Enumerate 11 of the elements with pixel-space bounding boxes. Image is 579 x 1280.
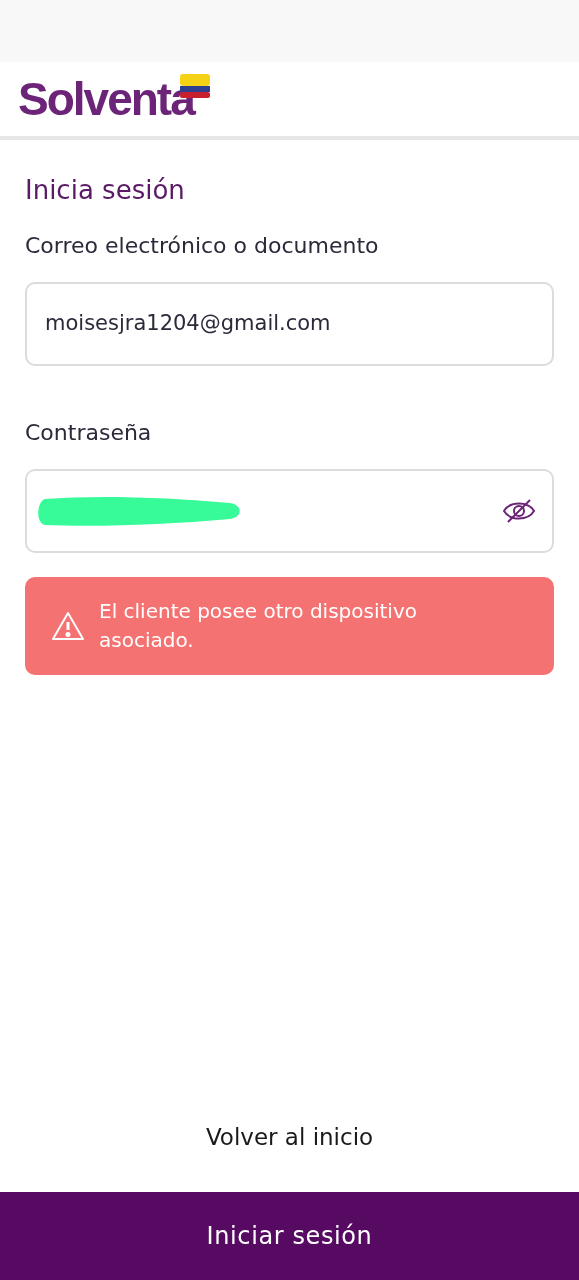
warning-icon [51,610,85,641]
alert-message: El cliente posee otro dispositivo asociado. [99,597,418,654]
email-field[interactable]: moisesjra1204@gmail.com [25,281,554,366]
page-title: Inicia sesión [25,174,186,207]
eye-slash-icon[interactable] [502,496,536,525]
login-button[interactable]: Iniciar sesión [0,1192,579,1280]
back-link[interactable]: Volver al inicio [205,1119,374,1154]
password-field[interactable] [25,468,554,553]
password-label: Contraseña [25,418,153,447]
logo: Solventa [18,76,194,122]
email-label: Correo electrónico o documento [25,231,380,260]
